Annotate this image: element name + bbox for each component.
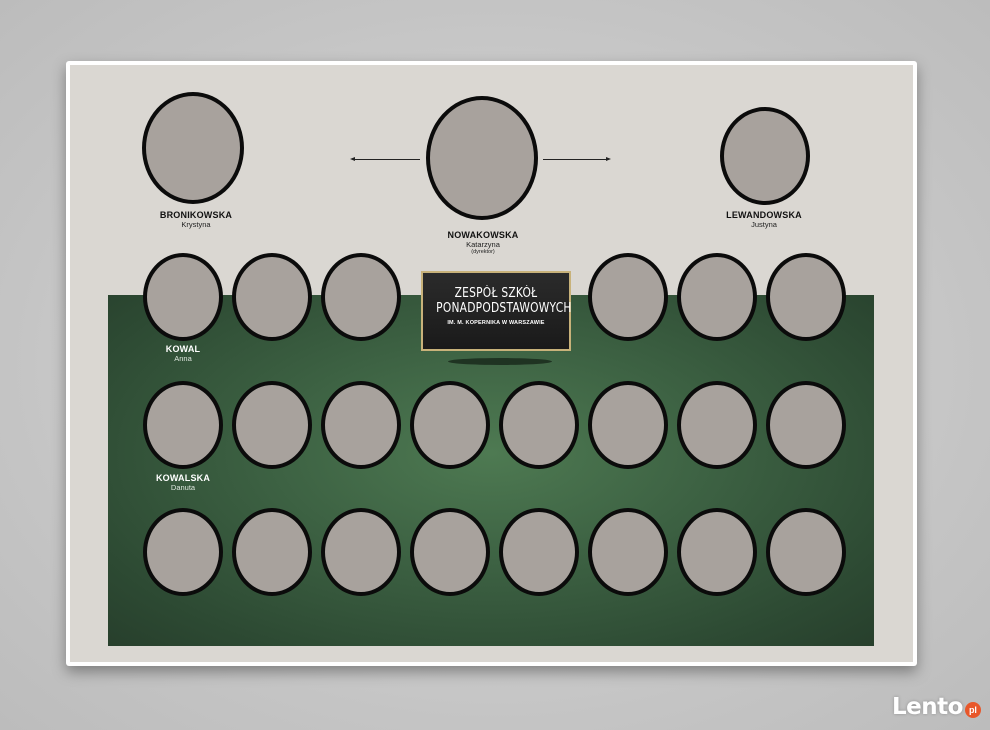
firstname: Anna: [174, 354, 192, 363]
firstname: Katarzyna: [466, 240, 500, 249]
student-photo: [588, 381, 668, 469]
lento-watermark: Lento pl: [892, 694, 981, 720]
teacher-name-left: BRONIKOWSKA Krystyna: [160, 211, 232, 229]
arrow-left: [350, 157, 420, 161]
student-photo: [499, 381, 579, 469]
teacher-photo-left: [142, 92, 244, 204]
student-photo: [766, 381, 846, 469]
student-photo: [321, 253, 401, 341]
student-photo: [410, 381, 490, 469]
surname: BRONIKOWSKA: [159, 210, 233, 220]
student-photo: [588, 253, 668, 341]
watermark-badge: pl: [964, 702, 981, 718]
teacher-photo-right: [720, 107, 810, 205]
school-name-line-1: ZESPÓŁ SZKÓŁ: [454, 286, 538, 301]
student-photo: [677, 381, 757, 469]
student-photo: [232, 508, 312, 596]
student-name-row1: KOWAL Anna: [166, 345, 201, 363]
student-photo: [588, 508, 668, 596]
tableau-poster: BRONIKOWSKA Krystyna NOWAKOWSKA Katarzyn…: [66, 61, 917, 666]
principal-name: NOWAKOWSKA Katarzyna (dyrektor): [448, 231, 519, 255]
teacher-name-right: LEWANDOWSKA Justyna: [726, 211, 802, 229]
student-name-row2: KOWALSKA Danuta: [156, 474, 210, 492]
school-name-plaque: ZESPÓŁ SZKÓŁ PONADPODSTAWOWYCH IM. M. KO…: [421, 271, 571, 351]
student-photo: [143, 253, 223, 341]
surname: LEWANDOWSKA: [726, 210, 802, 220]
surname: KOWALSKA: [155, 473, 211, 483]
plaque-shadow: [448, 358, 552, 365]
surname: NOWAKOWSKA: [447, 230, 519, 240]
student-photo: [499, 508, 579, 596]
student-photo: [677, 508, 757, 596]
student-photo: [766, 253, 846, 341]
school-name-line-2: PONADPODSTAWOWYCH: [436, 301, 572, 316]
student-photo: [410, 508, 490, 596]
student-photo: [232, 253, 312, 341]
student-photo: [143, 381, 223, 469]
surname: KOWAL: [165, 344, 201, 354]
student-photo: [232, 381, 312, 469]
school-patron-line: IM. M. KOPERNIKA W WARSZAWIE: [447, 320, 545, 326]
poster-canvas: BRONIKOWSKA Krystyna NOWAKOWSKA Katarzyn…: [70, 65, 913, 662]
role: (dyrektor): [471, 248, 495, 255]
student-photo: [321, 381, 401, 469]
principal-photo: [426, 96, 538, 220]
student-photo: [143, 508, 223, 596]
arrow-right: [543, 157, 611, 161]
watermark-text: Lento: [892, 694, 963, 720]
firstname: Krystyna: [181, 220, 211, 229]
student-photo: [321, 508, 401, 596]
firstname: Justyna: [751, 220, 777, 229]
student-photo: [766, 508, 846, 596]
student-photo: [677, 253, 757, 341]
firstname: Danuta: [170, 483, 196, 492]
